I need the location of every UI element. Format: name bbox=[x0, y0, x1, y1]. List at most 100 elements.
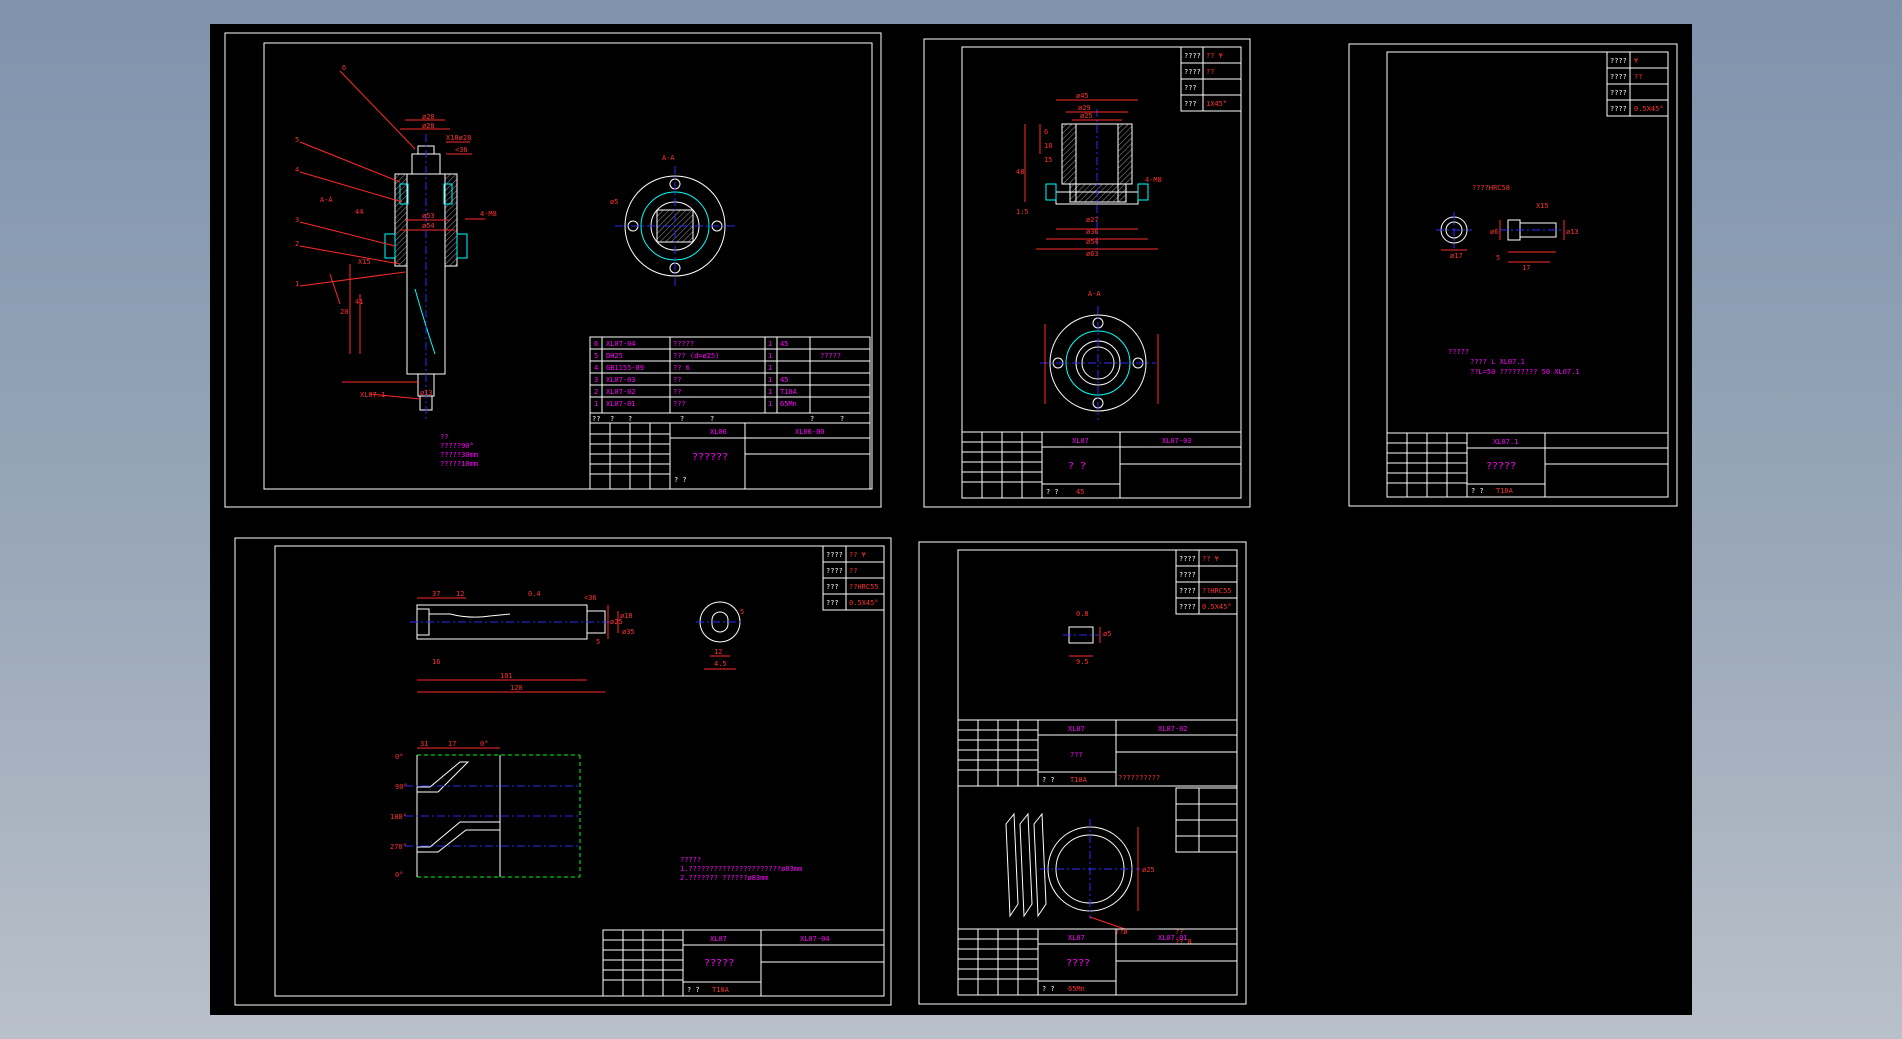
svg-text:12: 12 bbox=[714, 648, 722, 656]
table-row: 3 XL07-03 ?? 1 45 bbox=[594, 376, 788, 384]
svg-text:??: ?? bbox=[1206, 68, 1214, 76]
spindle-development-view: 31 17 0° 0° 90° 180° 270° 0° bbox=[390, 740, 581, 879]
svg-text:??: ?? bbox=[592, 415, 600, 423]
svg-text:0°: 0° bbox=[480, 740, 488, 748]
svg-text:???: ??? bbox=[1070, 751, 1083, 759]
spindle-notes: ????? 1.??????????????????????ø83mm 2.??… bbox=[680, 856, 802, 882]
svg-text:0°: 0° bbox=[395, 871, 403, 879]
svg-text:?: ? bbox=[610, 415, 614, 423]
svg-text:6: 6 bbox=[594, 340, 598, 348]
svg-text:¥: ¥ bbox=[1634, 57, 1639, 65]
svg-text:???? L XL07.1: ???? L XL07.1 bbox=[1470, 358, 1525, 366]
svg-text:T10A: T10A bbox=[780, 388, 798, 396]
svg-text:????: ???? bbox=[826, 567, 843, 575]
svg-text:??: ?? bbox=[673, 388, 681, 396]
pin-notes: ????? ???? L XL07.1 ??L=50 ????????? 50 … bbox=[1448, 348, 1580, 376]
svg-text:? ?: ? ? bbox=[1046, 488, 1059, 496]
view-label: A-A bbox=[662, 154, 675, 162]
svg-text:5: 5 bbox=[596, 638, 600, 646]
svg-text:16: 16 bbox=[432, 658, 440, 666]
drawing-frame bbox=[263, 42, 873, 490]
svg-text:????: ???? bbox=[1184, 68, 1201, 76]
cad-viewport[interactable]: 6 5 4 3 2 1 ø28 ø28 X18ø28 <36 4-M8 ø53 … bbox=[210, 24, 1692, 1015]
balloon-5: 5 bbox=[295, 136, 299, 144]
svg-text:ø6: ø6 bbox=[1490, 228, 1498, 236]
dim-label: ø53 bbox=[422, 212, 435, 220]
balloon-4: 4 bbox=[295, 166, 299, 174]
sheet-flange: ?????? ¥ ?????? ??? ??? 1X45° ø45 ø29 ø2… bbox=[923, 38, 1251, 508]
svg-text:ø29: ø29 bbox=[1078, 104, 1091, 112]
flange-section-view: ø45 ø29 ø25 6 10 15 48 4-M8 ø27 ø36 ø54 … bbox=[1016, 92, 1162, 258]
svg-text:45: 45 bbox=[1076, 488, 1084, 496]
table-row: 1 XL07-01 ??? 1 65Mn bbox=[594, 400, 797, 408]
svg-text:ø18: ø18 bbox=[620, 612, 633, 620]
svg-text:????: ???? bbox=[1179, 587, 1196, 595]
svg-text:??: ?? bbox=[440, 433, 448, 441]
svg-text:?????10mm: ?????10mm bbox=[440, 460, 478, 468]
spring-spec-box bbox=[1175, 787, 1238, 853]
svg-text:DH25: DH25 bbox=[606, 352, 623, 360]
pin-small-view: 0.8 ø5 9.5 bbox=[1063, 610, 1111, 666]
assembly-tech-notes: ?? ?????90° ?????30mm ?????10mm bbox=[440, 433, 478, 468]
svg-text:?????: ????? bbox=[1486, 461, 1516, 472]
pin-views: ø17 ????HRC58 ø6 X15 ø13 5 17 bbox=[1436, 184, 1579, 272]
svg-text:X15: X15 bbox=[1536, 202, 1549, 210]
svg-text:1: 1 bbox=[768, 388, 772, 396]
svg-text:65Mn: 65Mn bbox=[780, 400, 797, 408]
svg-text:0.4: 0.4 bbox=[528, 590, 541, 598]
svg-text:<36: <36 bbox=[584, 594, 597, 602]
small-parts-title-block-1: XL07 XL07-02 ??? T10A ? ? ?????????? bbox=[957, 719, 1238, 787]
svg-text:?? ¥: ?? ¥ bbox=[1202, 555, 1220, 563]
svg-text:??L=50 ????????? 50 XL07.1: ??L=50 ????????? 50 XL07.1 bbox=[1470, 368, 1580, 376]
svg-text:10: 10 bbox=[1044, 142, 1052, 150]
title-name: XL06 bbox=[710, 428, 727, 436]
assembly-top-view: A-A ø5 bbox=[610, 154, 735, 286]
flange-title-block: XL07 XL07-03 ? ? 45 ? ? bbox=[961, 431, 1242, 499]
svg-text:4-M8: 4-M8 bbox=[1145, 176, 1162, 184]
sheet-border bbox=[234, 537, 892, 1006]
svg-text:? ?: ? ? bbox=[1042, 985, 1055, 993]
table-row: 5 DH25 ??? (d=ø25) 1 ????? bbox=[594, 352, 841, 360]
svg-text:?????: ????? bbox=[1448, 348, 1469, 356]
dim-label: ø5 bbox=[610, 198, 618, 206]
svg-text:17: 17 bbox=[1522, 264, 1530, 272]
svg-text:?????30mm: ?????30mm bbox=[440, 451, 478, 459]
svg-text:1: 1 bbox=[768, 364, 772, 372]
svg-text:1: 1 bbox=[768, 340, 772, 348]
svg-text:101: 101 bbox=[500, 672, 513, 680]
svg-text:???: ??? bbox=[826, 599, 839, 607]
svg-text:??: ?? bbox=[673, 376, 681, 384]
svg-text:????: ???? bbox=[1184, 52, 1201, 60]
dim-label: 4-M8 bbox=[480, 210, 497, 218]
svg-text:?????: ????? bbox=[704, 958, 734, 969]
dim-label: ø54 bbox=[422, 222, 435, 230]
title-code: XL06-00 bbox=[795, 428, 825, 436]
dim-label: X15 bbox=[358, 258, 371, 266]
dim-label: 41 bbox=[355, 298, 363, 306]
svg-text:?? ¥: ?? ¥ bbox=[849, 551, 867, 559]
svg-text:????: ???? bbox=[1610, 89, 1627, 97]
balloon-2: 2 bbox=[295, 240, 299, 248]
svg-text:?: ? bbox=[680, 415, 684, 423]
svg-text:??: ?? bbox=[1634, 73, 1642, 81]
svg-text:ø25: ø25 bbox=[1080, 112, 1093, 120]
svg-text:65Mn: 65Mn bbox=[1068, 985, 1085, 993]
dim-label: 44 bbox=[355, 208, 363, 216]
svg-text:? ?: ? ? bbox=[1471, 487, 1484, 495]
svg-text:5: 5 bbox=[1496, 254, 1500, 262]
svg-text:1: 1 bbox=[768, 352, 772, 360]
spring-views: ø25 ??ø ?? ?? 8 bbox=[1005, 812, 1192, 946]
svg-text:37: 37 bbox=[432, 590, 440, 598]
assembly-section-view: 6 5 4 3 2 1 ø28 ø28 X18ø28 <36 4-M8 ø53 … bbox=[295, 64, 497, 419]
svg-text:6: 6 bbox=[1044, 128, 1048, 136]
svg-text:T10A: T10A bbox=[1496, 487, 1514, 495]
part-label: XL07.1 bbox=[360, 391, 385, 399]
svg-text:48: 48 bbox=[1016, 168, 1024, 176]
svg-text:XL07-04: XL07-04 bbox=[800, 935, 830, 943]
svg-text:1.??????????????????????ø83mm: 1.??????????????????????ø83mm bbox=[680, 865, 802, 873]
svg-text:XL07.1: XL07.1 bbox=[1493, 438, 1518, 446]
svg-text:XL07-01: XL07-01 bbox=[606, 400, 636, 408]
flange-spec-box: ???? ?? ¥ ?????? ??? ??? 1X45° bbox=[1180, 46, 1242, 112]
svg-text:31: 31 bbox=[420, 740, 428, 748]
cad-drawing-canvas[interactable]: 6 5 4 3 2 1 ø28 ø28 X18ø28 <36 4-M8 ø53 … bbox=[210, 24, 1692, 1015]
